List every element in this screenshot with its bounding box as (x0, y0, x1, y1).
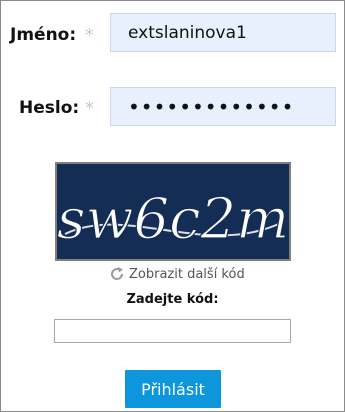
captcha-text: sw6c2m (57, 187, 289, 252)
login-button[interactable]: Přihlásit (125, 370, 221, 408)
reload-captcha-link[interactable]: Zobrazit další kód (109, 266, 245, 282)
captcha-code-input[interactable] (54, 319, 291, 343)
password-required-mark: * (85, 98, 94, 119)
captcha-drawing: sw6c2m (56, 186, 290, 252)
reload-captcha-label: Zobrazit další kód (129, 266, 245, 282)
password-label: Heslo: (19, 98, 80, 118)
captcha-image: sw6c2m (55, 162, 291, 261)
username-label: Jméno: (10, 25, 77, 45)
login-form: Jméno: * extslaninova1 Heslo: * ••••••••… (0, 0, 345, 412)
captcha-code-label: Zadejte kód: (126, 292, 219, 307)
refresh-icon (111, 267, 124, 280)
password-field[interactable]: ••••••••••••• (110, 87, 336, 126)
username-field[interactable]: extslaninova1 (110, 13, 336, 52)
username-required-mark: * (85, 25, 94, 46)
